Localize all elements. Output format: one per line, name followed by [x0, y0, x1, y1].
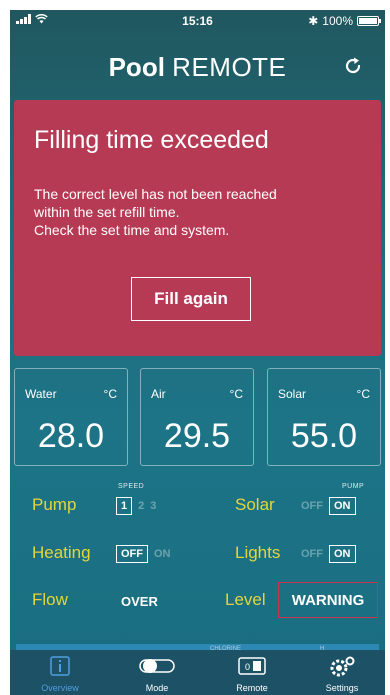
lights-label: Lights — [235, 543, 281, 562]
level-warning-badge[interactable]: WARNING — [278, 582, 378, 618]
solar-label: Solar — [235, 495, 275, 514]
toggle-icon — [139, 659, 175, 673]
bluetooth-icon: ✱ — [308, 14, 319, 28]
alert-title: Filling time exceeded — [34, 126, 269, 154]
pump-speed-2[interactable]: 2 — [138, 500, 144, 512]
gear-icon — [330, 656, 355, 677]
solar-on-option[interactable]: ON — [329, 497, 356, 515]
svg-text:0: 0 — [245, 662, 250, 672]
temp-value: 28.0 — [37, 417, 105, 455]
pump-speed-1[interactable]: 1 — [116, 497, 133, 515]
temp-value: 55.0 — [290, 417, 358, 455]
lights-toggle: OFF ON — [301, 545, 356, 563]
tab-label: Remote — [236, 683, 268, 693]
temp-name: Solar — [278, 387, 307, 401]
solar-off-option[interactable]: OFF — [301, 500, 323, 512]
water-temp-card: Water °C 28.0 — [14, 368, 128, 466]
solar-temp-card: Solar °C 55.0 — [267, 368, 381, 466]
app-title: Pool REMOTE — [10, 52, 385, 83]
heating-on-option[interactable]: ON — [154, 548, 171, 560]
refresh-icon[interactable] — [341, 54, 365, 78]
tab-mode[interactable]: Mode — [117, 656, 197, 695]
pump-speed-caption: SPEED — [118, 483, 145, 490]
battery-percent: 100% — [322, 14, 353, 28]
app-header: Pool REMOTE — [10, 48, 385, 88]
tab-label: Mode — [145, 683, 169, 693]
solar-pump-caption: PUMP — [342, 483, 365, 490]
alert-message-line: within the set refill time. — [34, 204, 180, 220]
tab-overview[interactable]: Overview — [20, 656, 100, 695]
lights-on-option[interactable]: ON — [329, 545, 356, 563]
tab-label: Overview — [41, 683, 79, 693]
temp-unit: °C — [103, 387, 117, 401]
status-right: ✱ 100% — [308, 14, 381, 28]
pump-speed-3[interactable]: 3 — [150, 500, 156, 512]
status-bar: 15:16 ✱ 100% — [10, 10, 385, 32]
solar-toggle: OFF ON — [301, 497, 356, 515]
heating-off-option[interactable]: OFF — [116, 545, 148, 563]
tab-bar: Overview Mode 0 Remote Settings — [10, 650, 385, 695]
tab-settings[interactable]: Settings — [302, 656, 382, 695]
temp-unit: °C — [229, 387, 243, 401]
fill-again-button[interactable]: Fill again — [131, 277, 251, 321]
app-screen: 15:16 ✱ 100% Pool REMOTE Filling time ex… — [10, 10, 385, 695]
lights-off-option[interactable]: OFF — [301, 548, 323, 560]
alert-message: The correct level has not been reached w… — [34, 185, 374, 239]
heating-label: Heating — [32, 543, 91, 562]
alert-message-line: Check the set time and system. — [34, 222, 230, 238]
tab-remote[interactable]: 0 Remote — [212, 656, 292, 695]
heating-toggle: OFF ON — [116, 545, 171, 563]
app-title-bold: Pool — [108, 52, 165, 82]
temp-name: Water — [25, 387, 57, 401]
flow-label: Flow — [32, 590, 68, 609]
temp-name: Air — [151, 387, 166, 401]
alert-message-line: The correct level has not been reached — [34, 186, 277, 202]
temp-unit: °C — [356, 387, 370, 401]
battery-icon — [357, 16, 381, 26]
temp-value: 29.5 — [163, 417, 231, 455]
air-temp-card: Air °C 29.5 — [140, 368, 254, 466]
alert-card: Filling time exceeded The correct level … — [14, 100, 381, 356]
level-label: Level — [225, 590, 266, 609]
remote-icon: 0 — [238, 657, 266, 675]
pump-speed-selector: 1 2 3 — [116, 497, 156, 515]
app-title-light: REMOTE — [172, 52, 287, 82]
flow-value: OVER — [121, 594, 158, 609]
tab-label: Settings — [325, 683, 359, 693]
pump-label: Pump — [32, 495, 77, 514]
info-icon — [50, 656, 70, 676]
